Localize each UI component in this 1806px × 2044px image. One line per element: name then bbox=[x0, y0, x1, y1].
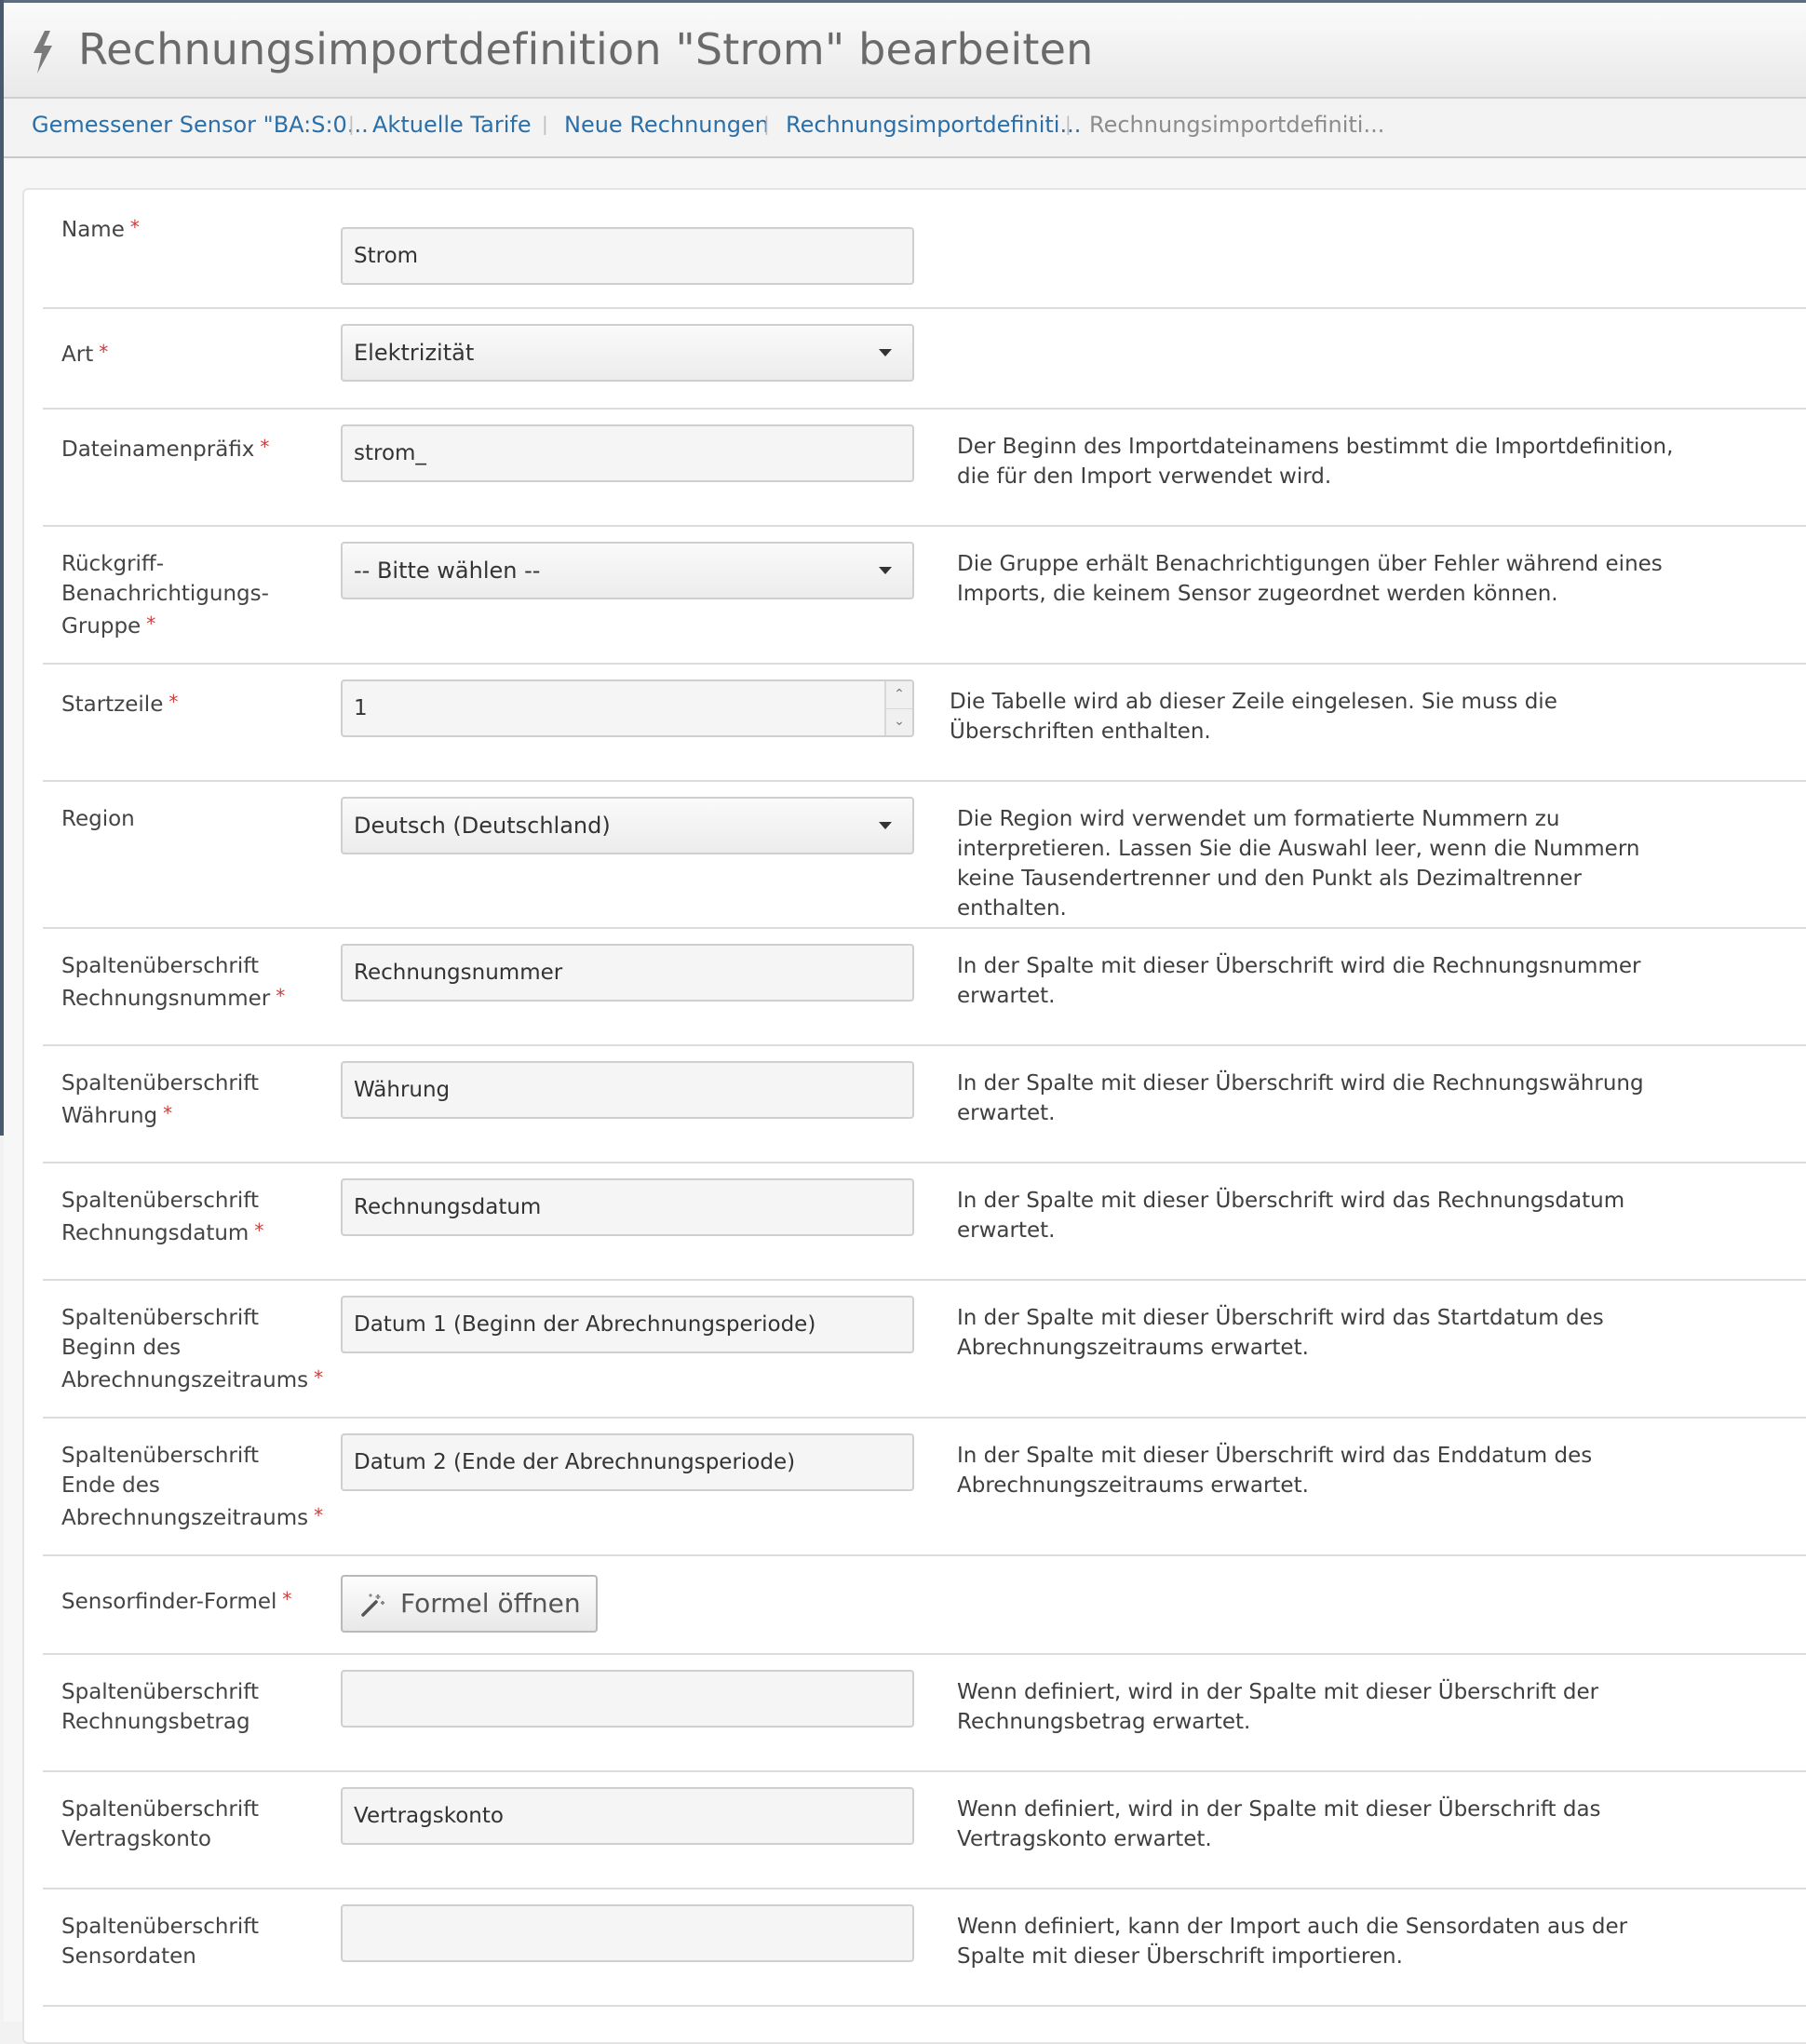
start-row-help: Die Tabelle wird ab dieser Zeile eingele… bbox=[950, 690, 1557, 744]
required-marker: * bbox=[254, 1219, 264, 1242]
name-input[interactable]: Strom bbox=[341, 227, 914, 285]
required-marker: * bbox=[314, 1366, 324, 1389]
chevron-down-icon bbox=[879, 349, 892, 356]
open-formula-button[interactable]: Formel öffnen bbox=[341, 1575, 598, 1633]
currency-column-input[interactable]: Währung bbox=[341, 1061, 914, 1119]
required-marker: * bbox=[168, 691, 179, 713]
breadcrumb: Gemessener Sensor "BA:S:0... | Aktuelle … bbox=[4, 99, 1806, 158]
form-row-prefix: Dateinamenpräfix * strom_ Der Beginn des … bbox=[43, 410, 1806, 527]
breadcrumb-separator: | bbox=[1065, 113, 1071, 135]
form-row-currency-column: Spaltenüberschrift Währung * Währung In d… bbox=[43, 1046, 1806, 1163]
breadcrumb-item-new-invoices[interactable]: Neue Rechnungen bbox=[564, 112, 769, 138]
breadcrumb-item-import-definitions[interactable]: Rechnungsimportdefiniti... bbox=[786, 112, 1081, 138]
form-row-period-end-column: Spaltenüberschrift Ende des Abrechnungsz… bbox=[43, 1419, 1806, 1556]
required-marker: * bbox=[146, 612, 156, 635]
contract-account-column-input[interactable]: Vertragskonto bbox=[341, 1787, 914, 1845]
required-marker: * bbox=[282, 1588, 292, 1610]
period-end-column-label: Spaltenüberschrift Ende des Abrechnungsz… bbox=[61, 1444, 324, 1530]
amount-column-label: Spaltenüberschrift Rechnungsbetrag bbox=[61, 1680, 259, 1734]
contract-account-column-help: Wenn definiert, wird in der Spalte mit d… bbox=[957, 1797, 1601, 1851]
form-row-sensor-formula: Sensorfinder-Formel * Formel öffnen bbox=[43, 1556, 1806, 1655]
start-row-number-input[interactable]: 1 ⌃ ⌄ bbox=[341, 679, 914, 737]
breadcrumb-item-current: Rechnungsimportdefiniti... bbox=[1089, 112, 1385, 138]
type-select[interactable]: Elektrizität bbox=[341, 324, 914, 382]
sensor-formula-label: Sensorfinder-Formel * bbox=[61, 1588, 292, 1614]
form-row-name: Name * Strom bbox=[43, 190, 1806, 309]
open-formula-button-label: Formel öffnen bbox=[400, 1588, 581, 1619]
required-marker: * bbox=[260, 436, 270, 458]
breadcrumb-separator: | bbox=[542, 113, 548, 135]
contract-account-column-label: Spaltenüberschrift Vertragskonto bbox=[61, 1797, 259, 1851]
required-marker: * bbox=[99, 341, 109, 363]
region-select[interactable]: Deutsch (Deutschland) bbox=[341, 797, 914, 854]
form-row-amount-column: Spaltenüberschrift Rechnungsbetrag Wenn … bbox=[43, 1655, 1806, 1772]
form-row-invoice-number-column: Spaltenüberschrift Rechnungsnummer * Rech… bbox=[43, 929, 1806, 1046]
prefix-label: Dateinamenpräfix * bbox=[61, 436, 270, 462]
magic-wand-icon bbox=[361, 1594, 384, 1617]
invoice-number-column-label: Spaltenüberschrift Rechnungsnummer * bbox=[61, 954, 286, 1011]
sensor-data-column-label: Spaltenüberschrift Sensordaten bbox=[61, 1915, 259, 1969]
form-row-sensor-data-column: Spaltenüberschrift Sensordaten Wenn defi… bbox=[43, 1889, 1806, 2007]
type-label: Art * bbox=[61, 341, 109, 367]
header-top-line bbox=[4, 0, 1806, 3]
start-row-label: Startzeile * bbox=[61, 691, 179, 717]
invoice-number-column-input[interactable]: Rechnungsnummer bbox=[341, 944, 914, 1002]
fallback-group-select-value: -- Bitte wählen -- bbox=[354, 558, 541, 584]
required-marker: * bbox=[314, 1504, 324, 1526]
period-start-column-input[interactable]: Datum 1 (Beginn der Abrechnungsperiode) bbox=[341, 1296, 914, 1353]
currency-column-help: In der Spalte mit dieser Überschrift wir… bbox=[957, 1071, 1644, 1125]
region-label: Region bbox=[61, 807, 135, 831]
page: Rechnungsimportdefinition "Strom" bearbe… bbox=[4, 0, 1806, 2044]
form-row-contract-account-column: Spaltenüberschrift Vertragskonto Vertrag… bbox=[43, 1772, 1806, 1889]
period-end-column-input[interactable]: Datum 2 (Ende der Abrechnungsperiode) bbox=[341, 1433, 914, 1491]
fallback-group-label: Rückgriff-Benachrichtigungs-Gruppe * bbox=[61, 552, 269, 639]
lightning-bolt-icon bbox=[34, 31, 52, 74]
type-select-value: Elektrizität bbox=[354, 340, 475, 366]
required-marker: * bbox=[276, 985, 286, 1007]
edit-form-panel: Name * Strom Art * Elektrizität Dateinamen… bbox=[22, 188, 1806, 2044]
spinner-down-icon[interactable]: ⌄ bbox=[886, 708, 912, 735]
form-row-invoice-date-column: Spaltenüberschrift Rechnungsdatum * Rechn… bbox=[43, 1163, 1806, 1281]
breadcrumb-separator: | bbox=[763, 113, 770, 135]
period-end-column-help: In der Spalte mit dieser Überschrift wir… bbox=[957, 1444, 1593, 1498]
amount-column-input[interactable] bbox=[341, 1670, 914, 1728]
chevron-down-icon bbox=[879, 822, 892, 829]
period-start-column-label: Spaltenüberschrift Beginn des Abrechnung… bbox=[61, 1306, 324, 1392]
sensor-data-column-input[interactable] bbox=[341, 1904, 914, 1962]
breadcrumb-separator: | bbox=[348, 113, 355, 135]
breadcrumb-item-sensor[interactable]: Gemessener Sensor "BA:S:0... bbox=[32, 112, 369, 138]
period-start-column-help: In der Spalte mit dieser Überschrift wir… bbox=[957, 1306, 1604, 1360]
form-row-fallback-group: Rückgriff-Benachrichtigungs-Gruppe * -- B… bbox=[43, 527, 1806, 665]
form-row-start-row: Startzeile * 1 ⌃ ⌄ Die Tabelle wird ab di… bbox=[43, 665, 1806, 782]
sensor-data-column-help: Wenn definiert, kann der Import auch die… bbox=[957, 1915, 1628, 1969]
form-row-type: Art * Elektrizität bbox=[43, 309, 1806, 410]
start-row-spinner: ⌃ ⌄ bbox=[884, 681, 912, 735]
breadcrumb-item-tariffs[interactable]: Aktuelle Tarife bbox=[372, 112, 532, 138]
form-row-period-start-column: Spaltenüberschrift Beginn des Abrechnung… bbox=[43, 1281, 1806, 1419]
page-title: Rechnungsimportdefinition "Strom" bearbe… bbox=[78, 24, 1094, 74]
chevron-down-icon bbox=[879, 567, 892, 574]
fallback-group-help: Die Gruppe erhält Benachrichtigungen übe… bbox=[957, 552, 1663, 606]
prefix-help: Der Beginn des Importdateinamens bestimm… bbox=[957, 435, 1674, 489]
spinner-up-icon[interactable]: ⌃ bbox=[886, 681, 912, 709]
prefix-input[interactable]: strom_ bbox=[341, 424, 914, 482]
amount-column-help: Wenn definiert, wird in der Spalte mit d… bbox=[957, 1680, 1599, 1734]
invoice-number-column-help: In der Spalte mit dieser Überschrift wir… bbox=[957, 954, 1641, 1008]
fallback-group-select[interactable]: -- Bitte wählen -- bbox=[341, 542, 914, 599]
invoice-date-column-input[interactable]: Rechnungsdatum bbox=[341, 1178, 914, 1236]
required-marker: * bbox=[129, 216, 140, 238]
currency-column-label: Spaltenüberschrift Währung * bbox=[61, 1071, 259, 1128]
start-row-value: 1 bbox=[354, 696, 368, 720]
required-marker: * bbox=[163, 1102, 173, 1124]
invoice-date-column-help: In der Spalte mit dieser Überschrift wir… bbox=[957, 1189, 1625, 1243]
name-label: Name * bbox=[61, 216, 140, 242]
region-help: Die Region wird verwendet um formatierte… bbox=[957, 807, 1640, 921]
region-select-value: Deutsch (Deutschland) bbox=[354, 813, 611, 839]
invoice-date-column-label: Spaltenüberschrift Rechnungsdatum * bbox=[61, 1189, 264, 1245]
page-header: Rechnungsimportdefinition "Strom" bearbe… bbox=[4, 0, 1806, 99]
form-row-region: Region Deutsch (Deutschland) Die Region … bbox=[43, 782, 1806, 929]
